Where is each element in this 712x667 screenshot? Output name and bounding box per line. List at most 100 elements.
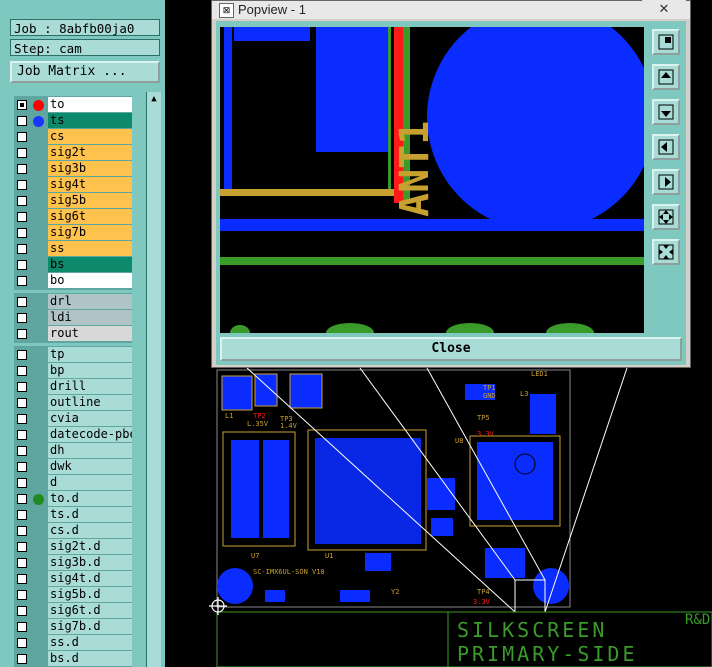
layer-checkbox[interactable]	[17, 297, 27, 307]
layer-checkbox[interactable]	[17, 116, 27, 126]
layer-checkbox[interactable]	[17, 638, 27, 648]
layer-row-ts-d[interactable]: ts.d	[14, 507, 132, 523]
layer-checkbox[interactable]	[17, 212, 27, 222]
layer-row-sig2t[interactable]: sig2t	[14, 145, 132, 161]
layer-row-ldi[interactable]: ldi	[14, 310, 132, 326]
zoom-in-button[interactable]	[652, 204, 680, 230]
layer-row-sig6t[interactable]: sig6t	[14, 209, 132, 225]
layer-checkbox[interactable]	[17, 100, 27, 110]
popview-close-button[interactable]: Close	[220, 337, 682, 361]
layer-row-sig7b[interactable]: sig7b	[14, 225, 132, 241]
layer-checkbox[interactable]	[17, 244, 27, 254]
layer-name[interactable]: outline	[48, 395, 132, 410]
layer-checkbox[interactable]	[17, 228, 27, 238]
layer-checkbox[interactable]	[17, 590, 27, 600]
layer-row-tp[interactable]: tp	[14, 347, 132, 363]
layer-row-drl[interactable]: drl	[14, 294, 132, 310]
layer-checkbox[interactable]	[17, 446, 27, 456]
layer-row-dwk[interactable]: dwk	[14, 459, 132, 475]
layer-checkbox[interactable]	[17, 276, 27, 286]
layer-row-sig3b-d[interactable]: sig3b.d	[14, 555, 132, 571]
layer-checkbox[interactable]	[17, 462, 27, 472]
layer-checkbox[interactable]	[17, 430, 27, 440]
layer-row-drill[interactable]: drill	[14, 379, 132, 395]
layer-row-sig6t-d[interactable]: sig6t.d	[14, 603, 132, 619]
layer-name[interactable]: bo	[48, 273, 132, 288]
layer-name[interactable]: cs	[48, 129, 132, 144]
layer-checkbox[interactable]	[17, 329, 27, 339]
layer-checkbox[interactable]	[17, 148, 27, 158]
layer-name[interactable]: sig5b.d	[48, 587, 132, 602]
window-close-button[interactable]: ✕	[642, 0, 686, 18]
layer-row-to[interactable]: to	[14, 97, 132, 113]
layer-checkbox[interactable]	[17, 398, 27, 408]
layer-name[interactable]: sig7b.d	[48, 619, 132, 634]
zoom-out-button[interactable]	[652, 239, 680, 265]
popview-titlebar[interactable]: ⊠ Popview - 1 ✕	[212, 0, 690, 19]
layer-name[interactable]: to	[48, 97, 132, 112]
layer-checkbox[interactable]	[17, 494, 27, 504]
popview-canvas[interactable]: ANT1	[220, 27, 644, 333]
layer-name[interactable]: dh	[48, 443, 132, 458]
board-graphics[interactable]: SC-IMX6UL-SON V10 L1 TP2 TP3 L.35V 1.4V …	[165, 368, 712, 667]
layer-checkbox[interactable]	[17, 313, 27, 323]
layer-name[interactable]: to.d	[48, 491, 132, 506]
layer-checkbox[interactable]	[17, 260, 27, 270]
layer-checkbox[interactable]	[17, 558, 27, 568]
layer-name[interactable]: datecode-pbe	[48, 427, 132, 442]
layer-row-cs-d[interactable]: cs.d	[14, 523, 132, 539]
layer-checkbox[interactable]	[17, 132, 27, 142]
layer-name[interactable]: bs.d	[48, 651, 132, 666]
layer-row-rout[interactable]: rout	[14, 326, 132, 342]
layer-checkbox[interactable]	[17, 526, 27, 536]
layer-row-to-d[interactable]: to.d	[14, 491, 132, 507]
layer-checkbox[interactable]	[17, 196, 27, 206]
layer-checkbox[interactable]	[17, 366, 27, 376]
layer-name[interactable]: sig6t	[48, 209, 132, 224]
layer-row-outline[interactable]: outline	[14, 395, 132, 411]
layer-name[interactable]: drill	[48, 379, 132, 394]
layer-name[interactable]: drl	[48, 294, 132, 309]
layer-name[interactable]: ts.d	[48, 507, 132, 522]
layer-name[interactable]: ts	[48, 113, 132, 128]
layer-checkbox[interactable]	[17, 180, 27, 190]
scroll-up-icon[interactable]: ▲	[148, 93, 160, 105]
pan-down-button[interactable]	[652, 99, 680, 125]
layer-name[interactable]: bs	[48, 257, 132, 272]
layer-row-datecode-pbe[interactable]: datecode-pbe	[14, 427, 132, 443]
layer-checkbox[interactable]	[17, 574, 27, 584]
layer-row-ss[interactable]: ss	[14, 241, 132, 257]
layer-name[interactable]: sig6t.d	[48, 603, 132, 618]
layer-name[interactable]: sig4t.d	[48, 571, 132, 586]
layer-row-sig7b-d[interactable]: sig7b.d	[14, 619, 132, 635]
layer-row-d[interactable]: d	[14, 475, 132, 491]
layer-checkbox[interactable]	[17, 622, 27, 632]
layer-name[interactable]: cvia	[48, 411, 132, 426]
layer-checkbox[interactable]	[17, 478, 27, 488]
layer-checkbox[interactable]	[17, 350, 27, 360]
layer-name[interactable]: ss	[48, 241, 132, 256]
layer-name[interactable]: ldi	[48, 310, 132, 325]
layer-name[interactable]: sig2t.d	[48, 539, 132, 554]
layer-name[interactable]: sig5b	[48, 193, 132, 208]
layer-checkbox[interactable]	[17, 414, 27, 424]
layer-name[interactable]: tp	[48, 347, 132, 362]
layer-row-bs-d[interactable]: bs.d	[14, 651, 132, 667]
layer-row-sig5b[interactable]: sig5b	[14, 193, 132, 209]
layer-checkbox[interactable]	[17, 606, 27, 616]
layer-checkbox[interactable]	[17, 382, 27, 392]
layer-row-bo[interactable]: bo	[14, 273, 132, 289]
layer-name[interactable]: cs.d	[48, 523, 132, 538]
pan-right-button[interactable]	[652, 169, 680, 195]
layer-checkbox[interactable]	[17, 542, 27, 552]
zoom-fit-button[interactable]	[652, 29, 680, 55]
job-matrix-button[interactable]: Job Matrix ...	[10, 61, 160, 83]
layer-row-cvia[interactable]: cvia	[14, 411, 132, 427]
layer-checkbox[interactable]	[17, 654, 27, 664]
layer-name[interactable]: sig3b	[48, 161, 132, 176]
layer-row-sig4t[interactable]: sig4t	[14, 177, 132, 193]
layer-name[interactable]: rout	[48, 326, 132, 341]
pan-left-button[interactable]	[652, 134, 680, 160]
layer-row-ss-d[interactable]: ss.d	[14, 635, 132, 651]
layer-name[interactable]: bp	[48, 363, 132, 378]
